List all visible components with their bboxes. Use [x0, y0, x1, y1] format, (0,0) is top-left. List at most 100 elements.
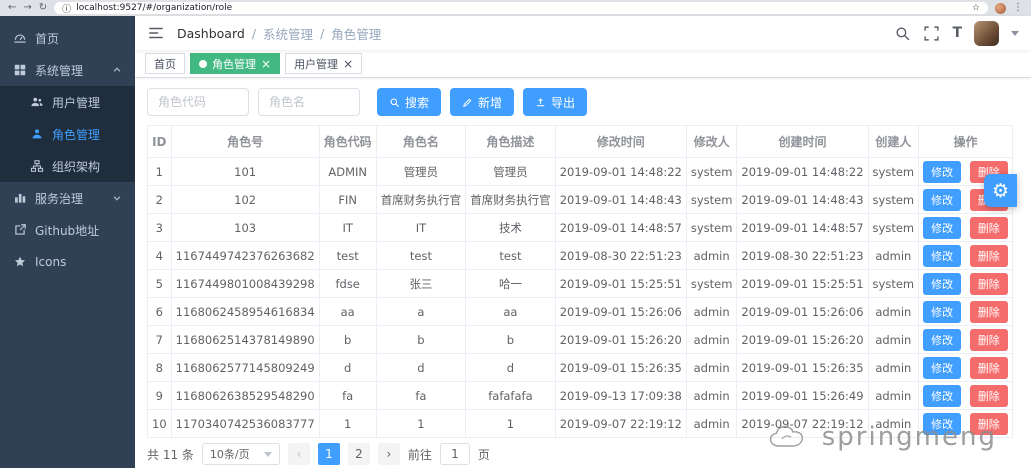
- hamburger-icon[interactable]: [147, 24, 165, 42]
- cell-mtime: 2019-09-01 14:48:22: [554, 157, 687, 186]
- cell-role-no: 101: [170, 157, 320, 186]
- browser-refresh-icon[interactable]: ↻: [39, 3, 47, 13]
- page-button-2[interactable]: 2: [347, 443, 370, 465]
- watermark-text: springmeng: [821, 422, 997, 452]
- cell-ctime: 2019-09-01 14:48:22: [736, 157, 869, 186]
- cell-role-name: d: [375, 353, 467, 382]
- pagination-total: 共 11 条: [147, 447, 194, 462]
- cell-muser: system: [685, 185, 738, 214]
- cell-role-code: 1: [318, 409, 377, 438]
- search-icon[interactable]: [894, 25, 911, 42]
- delete-button[interactable]: 删除: [969, 216, 1008, 239]
- cell-ctime: 2019-09-01 14:48:57: [736, 213, 869, 242]
- chevron-down-icon: [112, 193, 122, 203]
- bookmark-star-icon[interactable]: ☆: [972, 3, 980, 13]
- tag-close-icon[interactable]: ×: [261, 58, 271, 70]
- font-size-icon[interactable]: T: [952, 26, 962, 40]
- cell-id: 4: [147, 241, 172, 270]
- user-avatar[interactable]: [974, 20, 999, 46]
- edit-button[interactable]: 修改: [923, 328, 962, 351]
- edit-button[interactable]: 修改: [923, 300, 962, 323]
- cell-mtime: 2019-09-01 15:25:51: [554, 269, 687, 298]
- sidebar-item-home[interactable]: 首页: [0, 22, 135, 54]
- col-header-role-desc: 角色描述: [465, 125, 556, 158]
- search-icon: [390, 98, 400, 107]
- delete-button[interactable]: 删除: [969, 272, 1008, 295]
- cell-cuser: system: [867, 269, 920, 298]
- page-button-1[interactable]: 1: [317, 443, 340, 465]
- browser-menu-icon[interactable]: ⋮: [1013, 3, 1023, 13]
- sidebar-item-role-mgmt[interactable]: 角色管理: [0, 118, 135, 150]
- col-header-ctime: 创建时间: [736, 125, 869, 158]
- sidebar-item-label: 角色管理: [52, 127, 101, 142]
- tag-close-icon[interactable]: ×: [343, 58, 353, 70]
- col-header-role-no: 角色号: [170, 125, 320, 158]
- table-header: ID 角色号 角色代码 角色名 角色描述 修改时间 修改人 创建时间 创建人 操…: [147, 125, 1013, 158]
- next-page-button[interactable]: ›: [377, 443, 400, 465]
- sidebar-item-label: 首页: [35, 31, 60, 46]
- delete-button[interactable]: 删除: [969, 356, 1008, 379]
- avatar-caret-down-icon[interactable]: [1011, 30, 1019, 36]
- role-code-input[interactable]: [147, 88, 249, 116]
- export-button[interactable]: 导出: [523, 88, 588, 116]
- tag-user-mgmt[interactable]: 用户管理 ×: [285, 53, 363, 74]
- edit-button[interactable]: 修改: [923, 384, 962, 407]
- edit-button[interactable]: 修改: [923, 160, 962, 183]
- delete-button[interactable]: 删除: [969, 244, 1008, 267]
- edit-button[interactable]: 修改: [923, 356, 962, 379]
- cell-actions: 修改 删除: [918, 269, 1013, 298]
- cell-role-desc: aa: [465, 297, 556, 326]
- sidebar-item-service[interactable]: 服务治理: [0, 182, 135, 214]
- cell-cuser: system: [867, 185, 920, 214]
- tag-role-mgmt[interactable]: 角色管理 ×: [190, 53, 281, 74]
- edit-button[interactable]: 修改: [923, 272, 962, 295]
- goto-page-input[interactable]: [439, 443, 470, 465]
- breadcrumb-role: 角色管理: [331, 26, 382, 42]
- cell-id: 10: [147, 409, 172, 438]
- sidebar-item-system[interactable]: 系统管理: [0, 54, 135, 86]
- browser-forward-icon[interactable]: →: [23, 3, 31, 13]
- prev-page-button[interactable]: ‹: [287, 443, 310, 465]
- col-header-cuser: 创建人: [867, 125, 920, 158]
- cell-mtime: 2019-09-01 15:26:35: [554, 353, 687, 382]
- sidebar-item-user-mgmt[interactable]: 用户管理: [0, 86, 135, 118]
- edit-pencil-icon: [463, 98, 472, 107]
- address-bar[interactable]: ⓘ localhost:9527/#/organization/role ☆: [54, 2, 988, 15]
- delete-button[interactable]: 删除: [969, 328, 1008, 351]
- cell-role-no: 1168062514378149890: [170, 325, 320, 354]
- table-row: 6 1168062458954616834 aa a aa 2019-09-01…: [147, 297, 1013, 326]
- cell-role-desc: 技术: [465, 213, 556, 242]
- role-name-input[interactable]: [258, 88, 360, 116]
- cell-role-code: aa: [318, 297, 377, 326]
- add-button[interactable]: 新增: [450, 88, 515, 116]
- tag-home[interactable]: 首页: [145, 53, 185, 74]
- edit-button[interactable]: 修改: [923, 188, 962, 211]
- breadcrumb-system[interactable]: 系统管理: [263, 24, 313, 43]
- edit-button[interactable]: 修改: [923, 244, 962, 267]
- cell-ctime: 2019-09-01 15:26:49: [736, 381, 869, 410]
- cell-ctime: 2019-09-01 15:25:51: [736, 269, 869, 298]
- cell-actions: 修改 删除: [918, 353, 1013, 382]
- cell-muser: admin: [685, 353, 738, 382]
- sidebar-item-org[interactable]: 组织架构: [0, 150, 135, 182]
- browser-back-icon[interactable]: ←: [8, 3, 16, 13]
- cell-role-name: 管理员: [375, 157, 467, 186]
- sidebar-item-github[interactable]: Github地址: [0, 214, 135, 246]
- cell-role-no: 1168062458954616834: [170, 297, 320, 326]
- browser-profile-avatar[interactable]: [995, 2, 1006, 14]
- tag-label: 用户管理: [294, 57, 339, 71]
- sidebar-item-icons[interactable]: Icons: [0, 246, 135, 278]
- page-size-value: 10条/页: [209, 448, 250, 461]
- breadcrumb-dashboard[interactable]: Dashboard: [177, 26, 245, 41]
- cell-cuser: admin: [867, 297, 920, 326]
- page-size-select[interactable]: 10条/页: [201, 443, 280, 465]
- site-info-icon[interactable]: ⓘ: [62, 2, 71, 15]
- delete-button[interactable]: 删除: [969, 384, 1008, 407]
- fullscreen-icon[interactable]: [923, 25, 940, 42]
- settings-gear-button[interactable]: ⚙: [984, 174, 1017, 207]
- edit-button[interactable]: 修改: [923, 216, 962, 239]
- tags-view: 首页 角色管理 × 用户管理 ×: [135, 50, 1031, 78]
- delete-button[interactable]: 删除: [969, 300, 1008, 323]
- cell-mtime: 2019-09-07 22:19:12: [554, 409, 687, 438]
- search-button[interactable]: 搜索: [377, 88, 442, 116]
